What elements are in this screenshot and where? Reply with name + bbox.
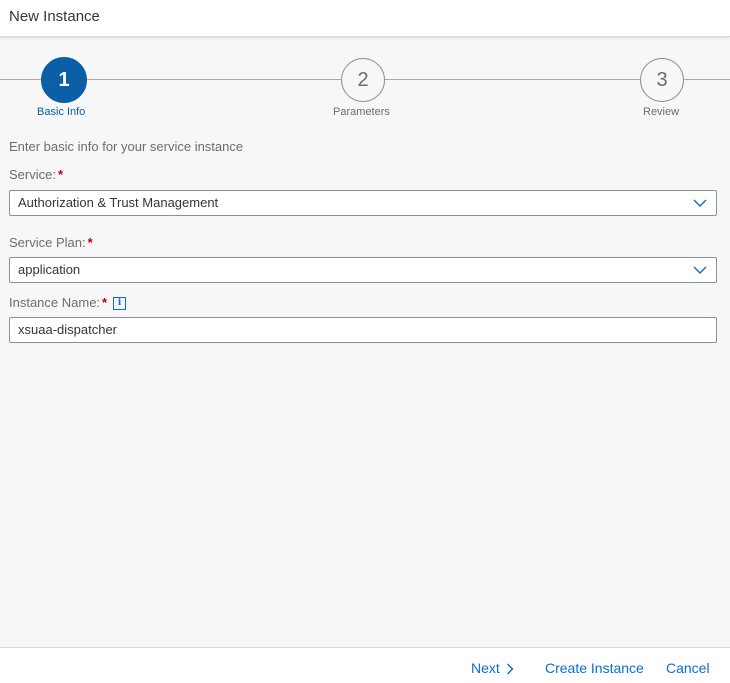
instance-name-label: Instance Name: * i	[9, 295, 127, 311]
chevron-down-icon[interactable]	[693, 197, 707, 209]
dialog-title: New Instance	[9, 8, 100, 25]
step-2-circle: 2	[341, 58, 385, 102]
next-button[interactable]: Next	[471, 660, 514, 676]
instance-name-input-value[interactable]: xsuaa-dispatcher	[18, 322, 117, 337]
step-2-label: Parameters	[333, 106, 390, 118]
create-instance-button[interactable]: Create Instance	[545, 660, 644, 676]
service-select-value: Authorization & Trust Management	[18, 195, 219, 210]
form-intro: Enter basic info for your service instan…	[9, 139, 244, 154]
service-plan-select[interactable]: application	[9, 257, 717, 283]
required-marker: *	[87, 235, 93, 250]
dialog-footer: Next Create Instance Cancel	[0, 647, 730, 683]
instance-name-input[interactable]: xsuaa-dispatcher	[9, 317, 717, 343]
wizard-progress: 1 Basic Info 2 Parameters 3 Review	[0, 37, 730, 127]
service-select[interactable]: Authorization & Trust Management	[9, 190, 717, 216]
service-plan-select-value: application	[18, 262, 81, 277]
chevron-right-icon	[506, 663, 514, 675]
step-3-label: Review	[643, 106, 680, 118]
info-icon[interactable]: i	[113, 297, 127, 311]
required-marker: *	[102, 295, 108, 310]
step-1-circle: 1	[41, 57, 87, 103]
dialog-header: New Instance	[0, 0, 730, 37]
step-3-circle: 3	[640, 58, 684, 102]
chevron-down-icon[interactable]	[693, 264, 707, 276]
step-1-label: Basic Info	[37, 106, 86, 118]
required-marker: *	[57, 167, 64, 182]
service-label: Service: *	[9, 167, 64, 182]
service-plan-label: Service Plan: *	[9, 235, 93, 250]
cancel-button[interactable]: Cancel	[666, 660, 710, 676]
